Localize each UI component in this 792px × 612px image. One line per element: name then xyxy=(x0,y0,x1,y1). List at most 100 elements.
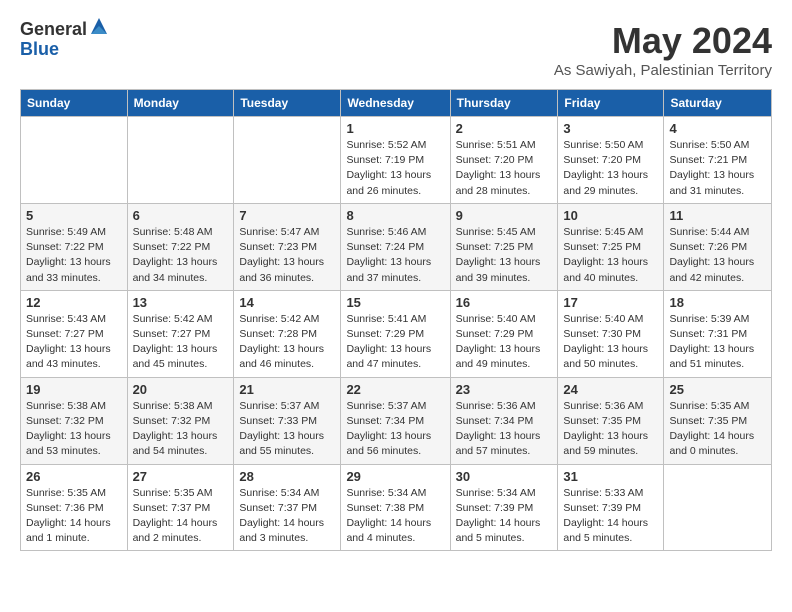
day-number: 26 xyxy=(26,469,122,484)
day-info: Sunrise: 5:45 AMSunset: 7:25 PMDaylight:… xyxy=(456,225,553,286)
day-number: 7 xyxy=(239,208,335,223)
day-info: Sunrise: 5:51 AMSunset: 7:20 PMDaylight:… xyxy=(456,138,553,199)
location: As Sawiyah, Palestinian Territory xyxy=(554,62,772,79)
day-cell: 13Sunrise: 5:42 AMSunset: 7:27 PMDayligh… xyxy=(127,290,234,377)
day-number: 29 xyxy=(346,469,444,484)
day-info: Sunrise: 5:49 AMSunset: 7:22 PMDaylight:… xyxy=(26,225,122,286)
weekday-wednesday: Wednesday xyxy=(341,90,450,117)
day-info: Sunrise: 5:36 AMSunset: 7:35 PMDaylight:… xyxy=(563,399,658,460)
day-cell: 15 Sunrise: 5:41 AMSunset: 7:29 PMDayligh… xyxy=(341,290,450,377)
day-info: Sunrise: 5:34 AMSunset: 7:39 PMDaylight:… xyxy=(456,486,553,547)
day-number: 15 xyxy=(346,295,444,310)
day-number: 4 xyxy=(669,121,766,136)
day-cell: 20Sunrise: 5:38 AMSunset: 7:32 PMDayligh… xyxy=(127,377,234,464)
day-info: Sunrise: 5:44 AMSunset: 7:26 PMDaylight:… xyxy=(669,225,766,286)
week-row-5: 26Sunrise: 5:35 AMSunset: 7:36 PMDayligh… xyxy=(21,464,772,551)
day-number: 10 xyxy=(563,208,658,223)
weekday-friday: Friday xyxy=(558,90,664,117)
day-info: Sunrise: 5:47 AMSunset: 7:23 PMDaylight:… xyxy=(239,225,335,286)
day-info: Sunrise: 5:48 AMSunset: 7:22 PMDaylight:… xyxy=(133,225,229,286)
day-info: Sunrise: 5:38 AMSunset: 7:32 PMDaylight:… xyxy=(26,399,122,460)
day-cell: 26Sunrise: 5:35 AMSunset: 7:36 PMDayligh… xyxy=(21,464,128,551)
day-info: Sunrise: 5:35 AMSunset: 7:35 PMDaylight:… xyxy=(669,399,766,460)
day-cell: 16Sunrise: 5:40 AMSunset: 7:29 PMDayligh… xyxy=(450,290,558,377)
day-cell: 4 Sunrise: 5:50 AMSunset: 7:21 PMDaylight… xyxy=(664,117,772,204)
day-cell xyxy=(234,117,341,204)
day-number: 6 xyxy=(133,208,229,223)
day-cell: 9 Sunrise: 5:45 AMSunset: 7:25 PMDaylight… xyxy=(450,203,558,290)
day-cell: 22 Sunrise: 5:37 AMSunset: 7:34 PMDayligh… xyxy=(341,377,450,464)
day-number: 24 xyxy=(563,382,658,397)
day-cell: 31 Sunrise: 5:33 AMSunset: 7:39 PMDayligh… xyxy=(558,464,664,551)
weekday-sunday: Sunday xyxy=(21,90,128,117)
day-info: Sunrise: 5:37 AMSunset: 7:33 PMDaylight:… xyxy=(239,399,335,460)
day-cell: 23 Sunrise: 5:36 AMSunset: 7:34 PMDayligh… xyxy=(450,377,558,464)
week-row-2: 5Sunrise: 5:49 AMSunset: 7:22 PMDaylight… xyxy=(21,203,772,290)
day-number: 19 xyxy=(26,382,122,397)
logo-general: General xyxy=(20,20,87,40)
logo: General Blue xyxy=(20,20,109,60)
day-info: Sunrise: 5:42 AMSunset: 7:28 PMDaylight:… xyxy=(239,312,335,373)
day-number: 14 xyxy=(239,295,335,310)
day-number: 3 xyxy=(563,121,658,136)
day-cell: 24 Sunrise: 5:36 AMSunset: 7:35 PMDayligh… xyxy=(558,377,664,464)
day-number: 22 xyxy=(346,382,444,397)
day-info: Sunrise: 5:41 AMSunset: 7:29 PMDaylight:… xyxy=(346,312,444,373)
day-number: 12 xyxy=(26,295,122,310)
day-number: 23 xyxy=(456,382,553,397)
day-info: Sunrise: 5:35 AMSunset: 7:37 PMDaylight:… xyxy=(133,486,229,547)
day-cell: 5Sunrise: 5:49 AMSunset: 7:22 PMDaylight… xyxy=(21,203,128,290)
weekday-saturday: Saturday xyxy=(664,90,772,117)
day-info: Sunrise: 5:40 AMSunset: 7:29 PMDaylight:… xyxy=(456,312,553,373)
day-cell: 19 Sunrise: 5:38 AMSunset: 7:32 PMDayligh… xyxy=(21,377,128,464)
day-cell xyxy=(127,117,234,204)
day-number: 8 xyxy=(346,208,444,223)
day-info: Sunrise: 5:52 AMSunset: 7:19 PMDaylight:… xyxy=(346,138,444,199)
day-cell: 8 Sunrise: 5:46 AMSunset: 7:24 PMDaylight… xyxy=(341,203,450,290)
day-number: 27 xyxy=(133,469,229,484)
day-number: 25 xyxy=(669,382,766,397)
day-cell: 11Sunrise: 5:44 AMSunset: 7:26 PMDayligh… xyxy=(664,203,772,290)
day-number: 9 xyxy=(456,208,553,223)
day-info: Sunrise: 5:33 AMSunset: 7:39 PMDaylight:… xyxy=(563,486,658,547)
day-info: Sunrise: 5:37 AMSunset: 7:34 PMDaylight:… xyxy=(346,399,444,460)
weekday-monday: Monday xyxy=(127,90,234,117)
logo-text: General Blue xyxy=(20,20,109,60)
calendar-body: 1 Sunrise: 5:52 AMSunset: 7:19 PMDaylight… xyxy=(21,117,772,551)
day-info: Sunrise: 5:50 AMSunset: 7:21 PMDaylight:… xyxy=(669,138,766,199)
week-row-4: 19 Sunrise: 5:38 AMSunset: 7:32 PMDayligh… xyxy=(21,377,772,464)
day-info: Sunrise: 5:43 AMSunset: 7:27 PMDaylight:… xyxy=(26,312,122,373)
day-number: 31 xyxy=(563,469,658,484)
day-cell: 2Sunrise: 5:51 AMSunset: 7:20 PMDaylight… xyxy=(450,117,558,204)
day-cell xyxy=(664,464,772,551)
day-cell: 28 Sunrise: 5:34 AMSunset: 7:37 PMDayligh… xyxy=(234,464,341,551)
calendar-table: SundayMondayTuesdayWednesdayThursdayFrid… xyxy=(20,89,772,551)
day-cell: 6 Sunrise: 5:48 AMSunset: 7:22 PMDaylight… xyxy=(127,203,234,290)
day-cell: 30 Sunrise: 5:34 AMSunset: 7:39 PMDayligh… xyxy=(450,464,558,551)
day-info: Sunrise: 5:40 AMSunset: 7:30 PMDaylight:… xyxy=(563,312,658,373)
day-cell: 14 Sunrise: 5:42 AMSunset: 7:28 PMDayligh… xyxy=(234,290,341,377)
day-number: 18 xyxy=(669,295,766,310)
day-cell: 10 Sunrise: 5:45 AMSunset: 7:25 PMDayligh… xyxy=(558,203,664,290)
day-info: Sunrise: 5:36 AMSunset: 7:34 PMDaylight:… xyxy=(456,399,553,460)
day-number: 28 xyxy=(239,469,335,484)
week-row-3: 12 Sunrise: 5:43 AMSunset: 7:27 PMDayligh… xyxy=(21,290,772,377)
day-cell: 7 Sunrise: 5:47 AMSunset: 7:23 PMDaylight… xyxy=(234,203,341,290)
month-title: May 2024 xyxy=(554,20,772,62)
day-cell: 17Sunrise: 5:40 AMSunset: 7:30 PMDayligh… xyxy=(558,290,664,377)
logo-blue: Blue xyxy=(20,40,109,60)
title-area: May 2024 As Sawiyah, Palestinian Territo… xyxy=(554,20,772,79)
page-header: General Blue May 2024 As Sawiyah, Palest… xyxy=(20,20,772,79)
day-info: Sunrise: 5:34 AMSunset: 7:37 PMDaylight:… xyxy=(239,486,335,547)
day-info: Sunrise: 5:46 AMSunset: 7:24 PMDaylight:… xyxy=(346,225,444,286)
day-number: 1 xyxy=(346,121,444,136)
day-cell: 25 Sunrise: 5:35 AMSunset: 7:35 PMDayligh… xyxy=(664,377,772,464)
weekday-thursday: Thursday xyxy=(450,90,558,117)
day-cell xyxy=(21,117,128,204)
day-info: Sunrise: 5:39 AMSunset: 7:31 PMDaylight:… xyxy=(669,312,766,373)
day-info: Sunrise: 5:45 AMSunset: 7:25 PMDaylight:… xyxy=(563,225,658,286)
day-number: 21 xyxy=(239,382,335,397)
day-cell: 3Sunrise: 5:50 AMSunset: 7:20 PMDaylight… xyxy=(558,117,664,204)
logo-icon xyxy=(89,16,109,36)
day-number: 30 xyxy=(456,469,553,484)
